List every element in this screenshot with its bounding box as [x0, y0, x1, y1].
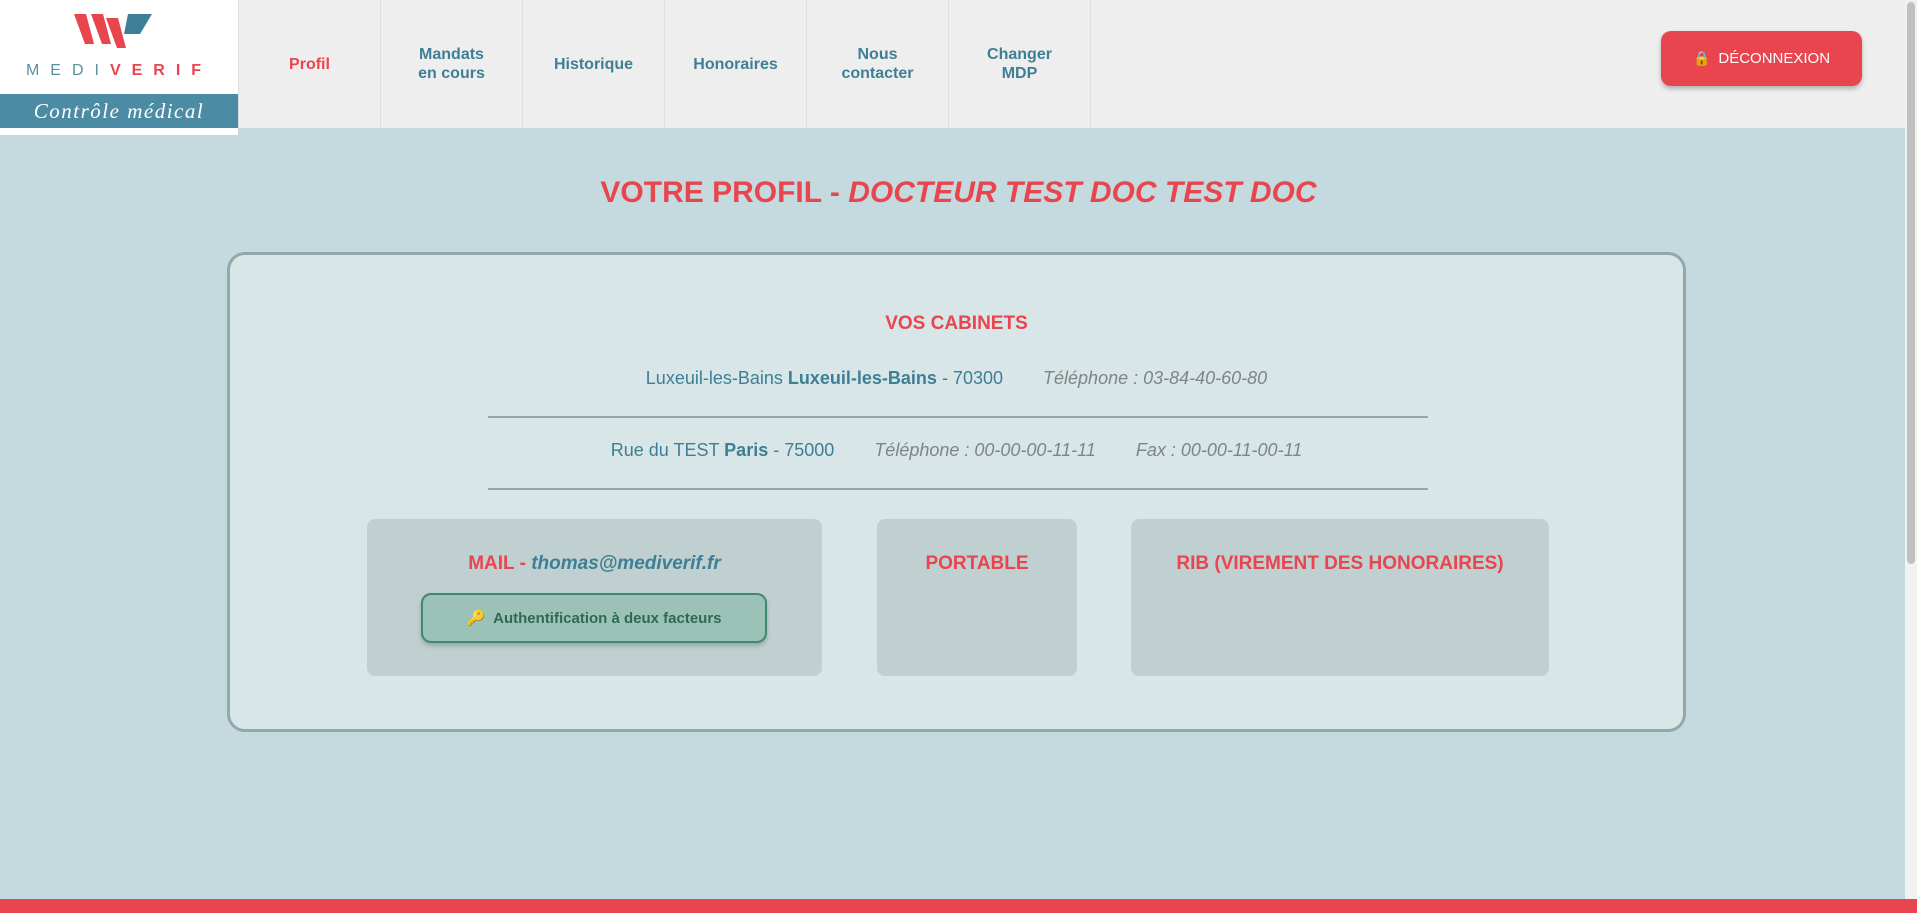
cabinet-city: Luxeuil-les-Bains — [787, 368, 937, 388]
nav-item-changer-mdp[interactable]: Changer MDP — [949, 0, 1091, 128]
logo-mark-icon — [74, 14, 152, 48]
doctor-name: DOCTEUR TEST DOC TEST DOC — [848, 176, 1317, 209]
nav-item-mandats[interactable]: Mandats en cours — [381, 0, 523, 128]
portable-title: PORTABLE — [925, 553, 1029, 574]
scrollbar-thumb[interactable] — [1907, 2, 1915, 564]
nav-item-honoraires[interactable]: Honoraires — [665, 0, 807, 128]
cabinet-postcode: - 75000 — [768, 440, 835, 460]
page-title-prefix: VOTRE PROFIL - — [600, 176, 849, 209]
rib-box: RIB (VIREMENT DES HONORAIRES) — [1131, 519, 1549, 676]
logo-tagline: Contrôle médical — [0, 94, 238, 128]
cabinet-address: Luxeuil-les-Bains — [645, 368, 783, 388]
mail-box: MAIL - thomas@mediverif.fr 🔑 Authentific… — [367, 519, 822, 676]
cabinet-address: Rue du TEST — [610, 440, 720, 460]
logo-wordmark: MEDIVERIF — [25, 62, 213, 79]
mail-title: MAIL - thomas@mediverif.fr — [367, 553, 822, 575]
cabinet-fax: Fax : 00-00-11-00-11 — [1135, 440, 1303, 460]
cabinet-divider — [488, 416, 1428, 418]
main-nav: Profil Mandats en cours Historique Honor… — [238, 0, 1091, 128]
mail-value: thomas@mediverif.fr — [531, 553, 721, 574]
lock-icon: 🔒 — [1692, 50, 1711, 66]
cabinet-city: Paris — [724, 440, 769, 460]
logout-button[interactable]: 🔒 DÉCONNEXION — [1661, 31, 1862, 86]
nav-item-contact[interactable]: Nous contacter — [807, 0, 949, 128]
two-factor-auth-label: Authentification à deux facteurs — [493, 609, 722, 627]
page-scrollbar[interactable] — [1905, 0, 1917, 913]
cabinet-phone: Téléphone : 03-84-40-60-80 — [1043, 368, 1268, 388]
mediverif-logo[interactable]: MEDIVERIF Contrôle médical — [0, 0, 238, 135]
header: MEDIVERIF Contrôle médical Profil Mandat… — [0, 0, 1917, 135]
page-title: VOTRE PROFIL - DOCTEUR TEST DOC TEST DOC — [0, 176, 1917, 210]
cabinets-title: VOS CABINETS — [885, 313, 1028, 334]
cabinet-row: Rue du TEST Paris - 75000 Téléphone : 00… — [230, 440, 1683, 461]
nav-item-historique[interactable]: Historique — [523, 0, 665, 128]
rib-title: RIB (VIREMENT DES HONORAIRES) — [1176, 553, 1504, 574]
key-icon: 🔑 — [466, 610, 486, 627]
mail-label: MAIL - — [468, 553, 532, 574]
footer-bar — [0, 899, 1917, 913]
two-factor-auth-button[interactable]: 🔑 Authentification à deux facteurs — [421, 593, 767, 643]
cabinet-divider — [488, 488, 1428, 490]
cabinet-phone: Téléphone : 00-00-00-11-11 — [874, 440, 1096, 460]
profile-card: VOS CABINETS Luxeuil-les-Bains Luxeuil-l… — [227, 252, 1686, 732]
cabinet-row: Luxeuil-les-Bains Luxeuil-les-Bains - 70… — [230, 368, 1683, 389]
portable-box: PORTABLE — [877, 519, 1077, 676]
logout-label: DÉCONNEXION — [1718, 50, 1831, 67]
cabinet-postcode: - 70300 — [936, 368, 1003, 388]
nav-item-profil[interactable]: Profil — [238, 0, 381, 128]
